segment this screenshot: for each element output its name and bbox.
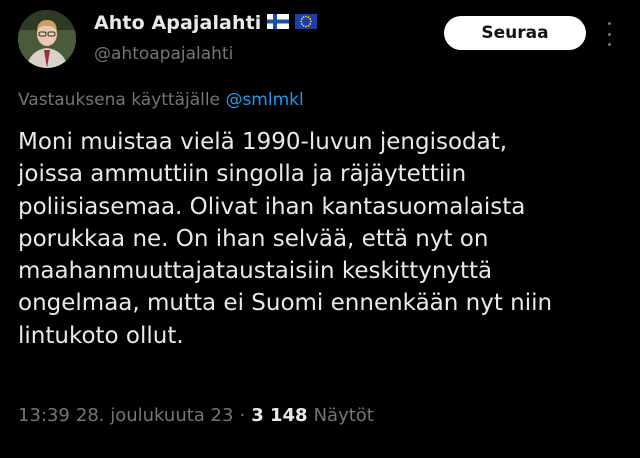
reply-prefix: Vastauksena käyttäjälle: [18, 90, 221, 110]
views-label: Näytöt: [313, 405, 374, 426]
finland-flag-icon: [267, 13, 290, 33]
follow-button[interactable]: Seuraa: [444, 16, 586, 50]
views-count: 3 148: [251, 405, 308, 426]
author-handle[interactable]: @ahtoapajalahti: [94, 44, 233, 64]
author-name[interactable]: Ahto Apajalahti: [94, 12, 261, 34]
avatar-image: [18, 10, 76, 68]
tweet-meta: 13:39 28. joulukuuta 23 · 3 148 Näytöt: [18, 405, 374, 426]
eu-flag-icon: [295, 13, 318, 33]
avatar[interactable]: [18, 10, 76, 68]
more-options-icon[interactable]: [604, 22, 614, 46]
reply-context: Vastauksena käyttäjälle @smlmkl: [18, 90, 304, 110]
reply-mention-link[interactable]: @smlmkl: [225, 90, 303, 110]
more-dot: [607, 32, 611, 36]
author-name-row: Ahto Apajalahti: [94, 12, 318, 34]
more-dot: [607, 43, 611, 46]
tweet-text: Moni muistaa vielä 1990-luvun jengisodat…: [18, 129, 553, 349]
meta-separator: ·: [239, 405, 246, 426]
tweet-time[interactable]: 13:39: [18, 405, 70, 426]
more-dot: [607, 22, 611, 25]
tweet-date[interactable]: 28. joulukuuta 23: [76, 405, 234, 426]
